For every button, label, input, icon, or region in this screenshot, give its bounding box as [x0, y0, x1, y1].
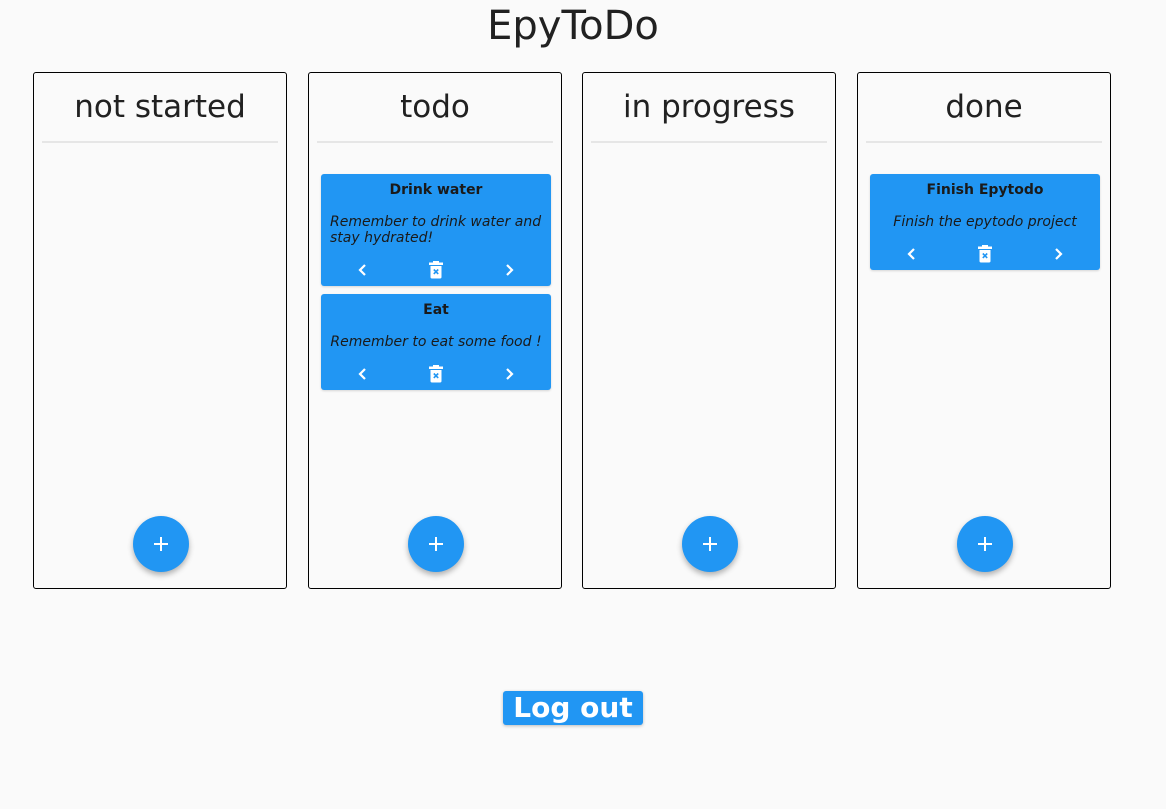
trash-icon [978, 245, 992, 263]
task-actions [329, 258, 543, 282]
column-done: done Finish Epytodo Finish the epytodo p… [857, 72, 1111, 589]
add-task-button[interactable] [408, 516, 464, 572]
chevron-right-icon [506, 368, 514, 380]
column-in-progress: in progress [582, 72, 836, 589]
task-description: Remember to eat some food ! [330, 334, 542, 350]
chevron-left-icon [358, 264, 366, 276]
task-description: Finish the epytodo project [893, 214, 1077, 230]
move-right-button[interactable] [496, 258, 522, 282]
task-card: Finish Epytodo Finish the epytodo projec… [870, 174, 1100, 270]
add-task-button[interactable] [957, 516, 1013, 572]
chevron-right-icon [506, 264, 514, 276]
task-actions [329, 362, 543, 386]
trash-icon [429, 261, 443, 279]
chevron-left-icon [907, 248, 915, 260]
page: EpyToDo not started todo Drink water Rem… [0, 0, 1166, 809]
column-divider [591, 141, 827, 143]
delete-task-button[interactable] [423, 362, 449, 386]
add-task-button[interactable] [133, 516, 189, 572]
move-right-button[interactable] [496, 362, 522, 386]
task-title: Finish Epytodo [926, 182, 1044, 198]
column-title: done [945, 89, 1023, 125]
column-divider [866, 141, 1102, 143]
app-title: EpyToDo [487, 3, 659, 49]
delete-task-button[interactable] [972, 242, 998, 266]
column-divider [317, 141, 553, 143]
task-list: Drink water Remember to drink water and … [321, 174, 551, 398]
column-divider [42, 141, 278, 143]
chevron-left-icon [358, 368, 366, 380]
task-title: Eat [423, 302, 449, 318]
column-title: todo [400, 89, 470, 125]
move-left-button[interactable] [350, 258, 376, 282]
move-left-button[interactable] [899, 242, 925, 266]
plus-icon [154, 537, 168, 551]
task-description: Remember to drink water and stay hydrate… [330, 214, 542, 246]
task-title: Drink water [389, 182, 483, 198]
logout-button[interactable]: Log out [503, 691, 643, 725]
column-todo: todo Drink water Remember to drink water… [308, 72, 562, 589]
chevron-right-icon [1055, 248, 1063, 260]
move-right-button[interactable] [1045, 242, 1071, 266]
add-task-button[interactable] [682, 516, 738, 572]
plus-icon [429, 537, 443, 551]
task-list: Finish Epytodo Finish the epytodo projec… [870, 174, 1100, 278]
delete-task-button[interactable] [423, 258, 449, 282]
task-card: Eat Remember to eat some food ! [321, 294, 551, 390]
column-title: in progress [623, 89, 795, 125]
task-card: Drink water Remember to drink water and … [321, 174, 551, 286]
plus-icon [703, 537, 717, 551]
plus-icon [978, 537, 992, 551]
column-title: not started [74, 89, 246, 125]
column-not-started: not started [33, 72, 287, 589]
task-actions [878, 242, 1092, 266]
trash-icon [429, 365, 443, 383]
move-left-button[interactable] [350, 362, 376, 386]
